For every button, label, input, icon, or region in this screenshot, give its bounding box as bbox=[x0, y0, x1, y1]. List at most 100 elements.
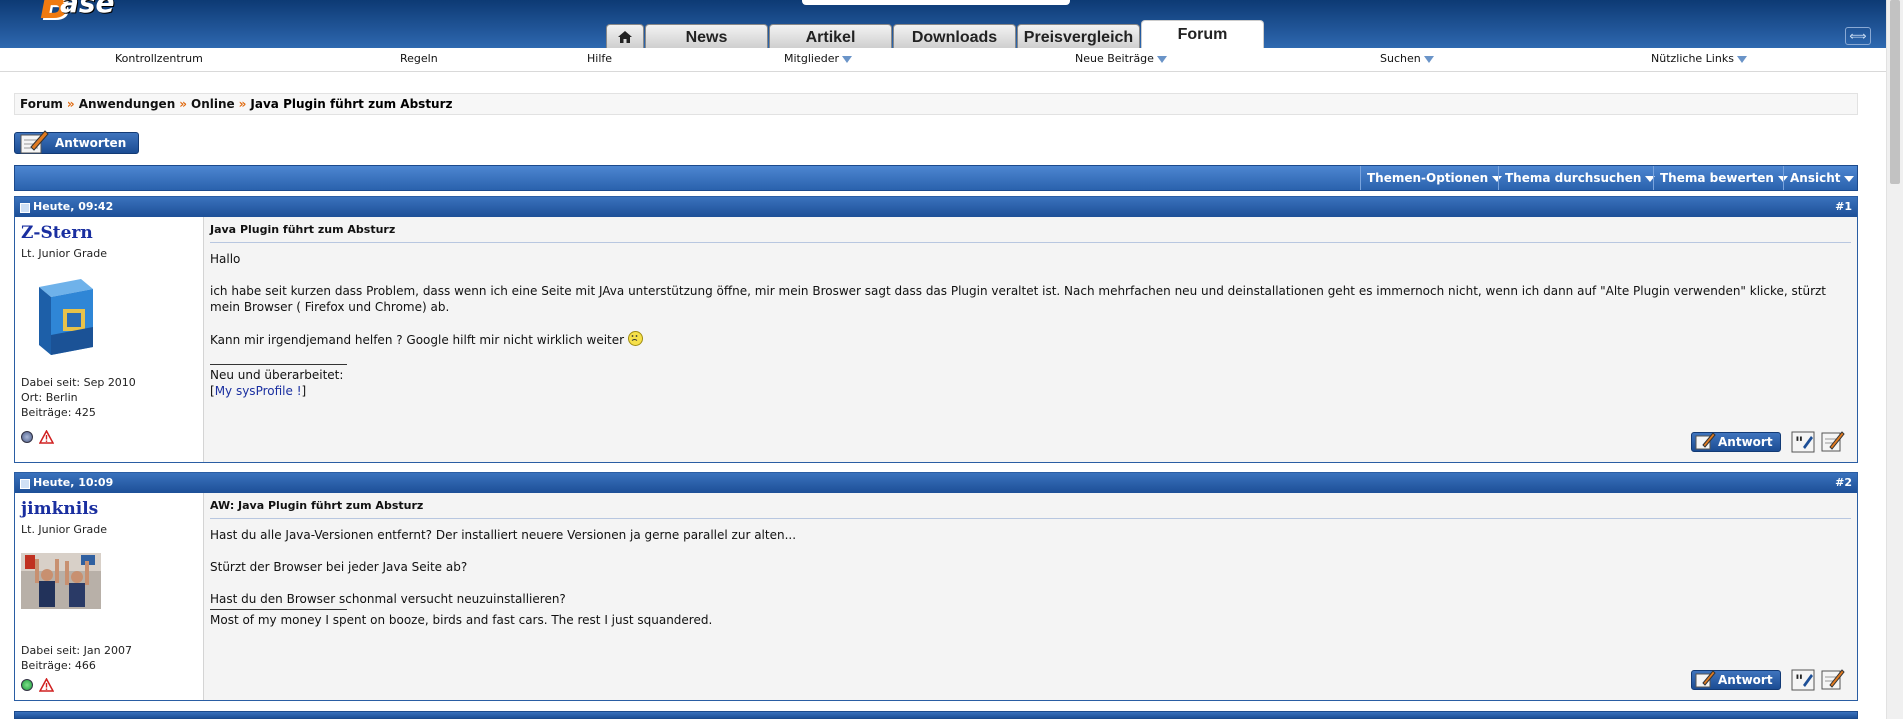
user-title: Lt. Junior Grade bbox=[21, 247, 107, 260]
post-icon bbox=[20, 203, 30, 213]
post-title: Java Plugin führt zum Absturz bbox=[210, 223, 1851, 243]
user-postcount: Beiträge: 425 bbox=[21, 406, 96, 419]
tab-forum[interactable]: Forum bbox=[1141, 20, 1264, 48]
breadcrumb-anwendungen[interactable]: Anwendungen bbox=[79, 97, 176, 111]
post-content: AW: Java Plugin führt zum Absturz Hast d… bbox=[210, 499, 1851, 628]
user-postcount: Beiträge: 466 bbox=[21, 659, 96, 672]
site-header: B ase News Artikel Downloads Preisvergle… bbox=[0, 0, 1886, 48]
sad-smiley-icon bbox=[627, 331, 643, 346]
thread-toolbar: Themen-Optionen Thema durchsuchen Thema … bbox=[14, 165, 1858, 191]
post-header: Heute, 10:09 #2 bbox=[15, 473, 1857, 493]
tab-preisvergleich[interactable]: Preisvergleich bbox=[1017, 24, 1140, 48]
scrollbar-thumb[interactable] bbox=[1890, 0, 1900, 184]
multi-quote-icon[interactable]: " bbox=[1791, 669, 1815, 691]
tab-home[interactable] bbox=[606, 24, 644, 48]
breadcrumb-forum[interactable]: Forum bbox=[20, 97, 63, 111]
breadcrumb: Forum» Anwendungen» Online» Java Plugin füh… bbox=[14, 93, 1858, 115]
avatar[interactable] bbox=[21, 553, 101, 609]
post-title: AW: Java Plugin führt zum Absturz bbox=[210, 499, 1851, 519]
signature-divider bbox=[210, 364, 347, 365]
reply-button[interactable]: Antworten bbox=[14, 130, 139, 154]
post-reply-button[interactable]: Antwort bbox=[1691, 670, 1781, 690]
chevron-down-icon bbox=[1736, 55, 1747, 63]
username[interactable]: Z-Stern bbox=[21, 223, 93, 243]
post-actions: Antwort " bbox=[1691, 430, 1851, 454]
breadcrumb-separator: » bbox=[66, 97, 75, 111]
tab-news[interactable]: News bbox=[645, 24, 768, 48]
page-scrollbar[interactable] bbox=[1886, 0, 1903, 719]
user-panel: jimknils Lt. Junior Grade Dabei seit: Ja… bbox=[15, 493, 204, 700]
nav-kontrollzentrum[interactable]: Kontrollzentrum bbox=[115, 52, 203, 65]
post-2: Heute, 10:09 #2 jimknils Lt. Junior Grad… bbox=[14, 472, 1858, 701]
report-warning-icon[interactable] bbox=[39, 678, 54, 692]
tab-downloads[interactable]: Downloads bbox=[893, 24, 1016, 48]
user-info: Dabei seit: Jan 2007 Beiträge: 466 bbox=[21, 643, 132, 673]
breadcrumb-online[interactable]: Online bbox=[191, 97, 235, 111]
post-paragraph: ich habe seit kurzen dass Problem, dass … bbox=[210, 284, 1827, 314]
breadcrumb-current: Java Plugin führt zum Absturz bbox=[250, 97, 453, 111]
post-icon bbox=[20, 479, 30, 489]
home-icon bbox=[618, 31, 632, 43]
post-paragraph: Hast du den Browser schonmal versucht ne… bbox=[210, 592, 566, 606]
user-joined: Dabei seit: Sep 2010 bbox=[21, 376, 136, 389]
post-number[interactable]: #2 bbox=[1835, 473, 1852, 493]
thread-rate-menu[interactable]: Thema bewerten bbox=[1653, 166, 1794, 190]
thread-options-menu[interactable]: Themen-Optionen bbox=[1360, 166, 1508, 190]
post-1: Heute, 09:42 #1 Z-Stern Lt. Junior Grade… bbox=[14, 196, 1858, 463]
top-search-box[interactable] bbox=[802, 0, 1070, 5]
nav-mitglieder[interactable]: Mitglieder bbox=[784, 52, 852, 65]
reply-button-label: Antworten bbox=[55, 136, 127, 150]
expand-width-icon[interactable]: ⟺ bbox=[1845, 27, 1871, 45]
thread-search-menu[interactable]: Thema durchsuchen bbox=[1498, 166, 1661, 190]
svg-text:": " bbox=[1795, 433, 1803, 452]
post-content: Java Plugin führt zum Absturz Hallo ich … bbox=[210, 223, 1851, 399]
breadcrumb-separator: » bbox=[238, 97, 247, 111]
sysprofile-link[interactable]: My sysProfile ! bbox=[215, 384, 302, 398]
chevron-down-icon bbox=[842, 55, 852, 63]
thread-view-menu[interactable]: Ansicht bbox=[1783, 166, 1860, 190]
post-paragraph: Hast du alle Java-Versionen entfernt? De… bbox=[210, 528, 797, 542]
quick-reply-icon[interactable] bbox=[1821, 430, 1845, 452]
user-joined: Dabei seit: Jan 2007 bbox=[21, 644, 133, 657]
user-location: Ort: Berlin bbox=[21, 391, 78, 404]
user-title: Lt. Junior Grade bbox=[21, 523, 107, 536]
nav-neue-beitraege[interactable]: Neue Beiträge bbox=[1075, 52, 1167, 65]
post-paragraph: Stürzt der Browser bei jeder Java Seite … bbox=[210, 560, 468, 574]
svg-text:": " bbox=[1795, 671, 1803, 690]
multi-quote-icon[interactable]: " bbox=[1791, 431, 1815, 453]
username[interactable]: jimknils bbox=[21, 499, 98, 519]
nav-suchen[interactable]: Suchen bbox=[1380, 52, 1434, 65]
report-warning-icon[interactable] bbox=[39, 430, 54, 444]
post-date: Heute, 10:09 bbox=[33, 476, 114, 489]
signature-divider bbox=[210, 609, 347, 610]
post-reply-button[interactable]: Antwort bbox=[1691, 432, 1781, 452]
post-date: Heute, 09:42 bbox=[33, 200, 114, 213]
reply-pencil-icon bbox=[20, 130, 49, 154]
post-3-header bbox=[14, 711, 1858, 719]
post-header: Heute, 09:42 #1 bbox=[15, 197, 1857, 217]
user-info: Dabei seit: Sep 2010 Ort: Berlin Beiträg… bbox=[21, 375, 136, 420]
reply-pencil-icon bbox=[1695, 670, 1716, 688]
quick-reply-icon[interactable] bbox=[1821, 668, 1845, 690]
breadcrumb-separator: » bbox=[179, 97, 187, 111]
post-number[interactable]: #1 bbox=[1835, 197, 1852, 217]
post-actions: Antwort " bbox=[1691, 668, 1851, 692]
tab-artikel[interactable]: Artikel bbox=[769, 24, 892, 48]
user-panel: Z-Stern Lt. Junior Grade Dabei seit: Sep… bbox=[15, 217, 204, 462]
online-status-icon bbox=[21, 679, 33, 691]
nav-nuetzliche-links[interactable]: Nützliche Links bbox=[1651, 52, 1747, 65]
site-logo[interactable]: B ase bbox=[0, 0, 140, 38]
nav-regeln[interactable]: Regeln bbox=[400, 52, 438, 65]
post-paragraph: Kann mir irgendjemand helfen ? Google hi… bbox=[210, 331, 1851, 348]
signature-text: Most of my money I spent on booze, birds… bbox=[210, 613, 713, 627]
reply-pencil-icon bbox=[1695, 432, 1716, 450]
chevron-down-icon bbox=[1156, 55, 1167, 63]
signature-text: Neu und überarbeitet: bbox=[210, 368, 344, 382]
signature: Neu und überarbeitet: [My sysProfile !] bbox=[210, 367, 1851, 399]
caret-down-icon bbox=[1844, 175, 1855, 182]
logo-text: ase bbox=[60, 0, 115, 19]
nav-hilfe[interactable]: Hilfe bbox=[587, 52, 612, 65]
offline-status-icon bbox=[21, 431, 33, 443]
forum-navbar: Kontrollzentrum Regeln Hilfe Mitglieder … bbox=[0, 48, 1886, 72]
avatar[interactable] bbox=[29, 275, 97, 357]
